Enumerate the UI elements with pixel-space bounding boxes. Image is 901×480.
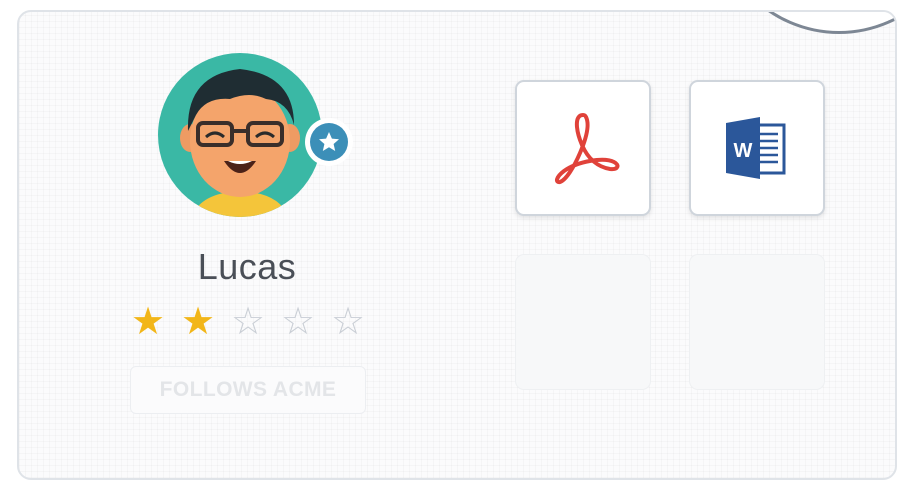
star-filled-icon[interactable]: ★ [130, 303, 166, 341]
word-icon-letter: W [734, 140, 753, 162]
avatar[interactable] [158, 53, 322, 217]
follows-button[interactable]: FOLLOWS ACME [130, 366, 366, 414]
word-icon: W [726, 117, 786, 179]
star-empty-icon[interactable]: ☆ [330, 303, 366, 341]
star-filled-icon[interactable]: ★ [180, 303, 216, 341]
word-file-tile[interactable]: W [689, 80, 825, 216]
empty-file-slot [689, 254, 825, 390]
magnifier-arc [709, 12, 895, 34]
pdf-file-tile[interactable] [515, 80, 651, 216]
badge [305, 118, 353, 166]
star-empty-icon[interactable]: ☆ [230, 303, 266, 341]
user-name: Lucas [197, 246, 297, 287]
star-icon [319, 132, 339, 151]
empty-file-slot [515, 254, 651, 390]
avatar-illustration [158, 53, 322, 217]
star-rating[interactable]: ★ ★ ☆ ☆ ☆ [130, 300, 370, 344]
star-empty-icon[interactable]: ☆ [280, 303, 316, 341]
pdf-icon [554, 113, 620, 185]
